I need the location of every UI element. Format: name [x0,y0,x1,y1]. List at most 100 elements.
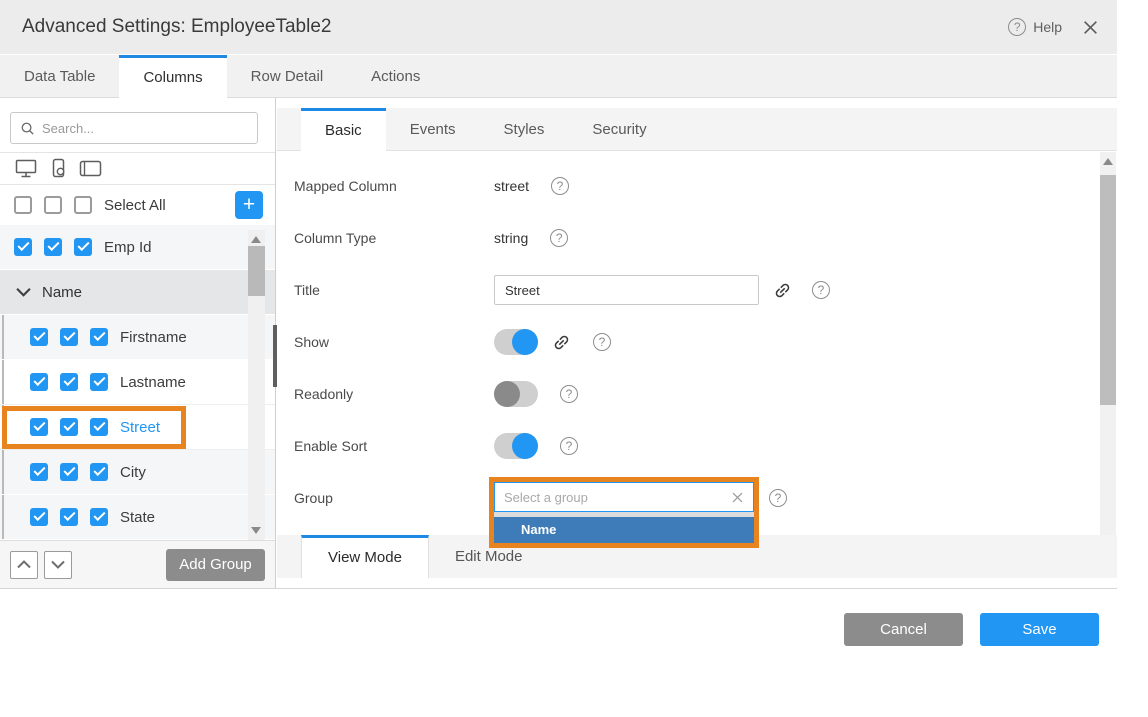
column-list: Emp Id Name Firstname Lastname [0,225,275,540]
column-row-city[interactable]: City [0,450,275,495]
move-down-button[interactable] [44,551,72,579]
tab-view-mode[interactable]: View Mode [301,535,429,578]
group-select[interactable] [494,482,754,512]
title-input[interactable] [494,275,759,305]
mobile-checkbox[interactable] [60,508,78,526]
tab-basic[interactable]: Basic [301,108,386,151]
desktop-icon[interactable] [14,158,39,179]
select-all-mobile-checkbox[interactable] [44,196,62,214]
add-column-button[interactable]: + [235,191,263,219]
tablet-checkbox[interactable] [90,328,108,346]
readonly-toggle[interactable] [494,381,538,407]
scroll-up-icon[interactable] [251,236,261,243]
tablet-checkbox[interactable] [74,238,92,256]
column-type-value: string [494,230,528,246]
device-filter-row [0,152,275,185]
dialog-body: Select All + Emp Id Name Fi [0,98,1117,588]
link-icon[interactable] [552,333,571,352]
help-icon[interactable]: ? [551,177,569,195]
link-icon[interactable] [773,281,792,300]
column-label: Lastname [120,374,186,391]
desktop-checkbox[interactable] [30,373,48,391]
tab-security[interactable]: Security [568,108,670,150]
column-label: Firstname [120,329,187,346]
group-label: Name [42,284,82,301]
scroll-down-icon[interactable] [251,527,261,534]
column-type-row: Column Type string ? [277,212,1117,264]
enable-sort-toggle[interactable] [494,433,538,459]
group-label: Group [277,490,494,506]
group-dropdown: Name [494,512,754,543]
select-all-desktop-checkbox[interactable] [14,196,32,214]
tab-styles[interactable]: Styles [480,108,569,150]
select-all-label: Select All [104,197,166,214]
help-icon[interactable]: ? [560,437,578,455]
chevron-down-icon [16,287,31,297]
column-label: Street [120,419,160,436]
column-row-firstname[interactable]: Firstname [0,315,275,360]
panel-scrollbar[interactable] [1100,152,1116,578]
tab-actions[interactable]: Actions [347,55,444,97]
move-up-button[interactable] [10,551,38,579]
group-row-name[interactable]: Name [0,270,275,315]
show-toggle[interactable] [494,329,538,355]
tablet-checkbox[interactable] [90,373,108,391]
help-button[interactable]: ? Help [1008,18,1062,36]
enable-sort-row: Enable Sort ? [277,420,1117,472]
desktop-checkbox[interactable] [30,328,48,346]
help-icon[interactable]: ? [812,281,830,299]
select-all-tablet-checkbox[interactable] [74,196,92,214]
search-box[interactable] [10,112,258,144]
column-settings-panel: Basic Events Styles Security Mapped Colu… [277,98,1117,588]
tablet-checkbox[interactable] [90,508,108,526]
mobile-checkbox[interactable] [44,238,62,256]
column-label: City [120,464,146,481]
search-input[interactable] [42,121,248,136]
mobile-checkbox[interactable] [60,328,78,346]
tab-row-detail[interactable]: Row Detail [227,55,348,97]
cancel-button[interactable]: Cancel [844,613,963,646]
mobile-checkbox[interactable] [60,463,78,481]
help-icon[interactable]: ? [560,385,578,403]
column-row-lastname[interactable]: Lastname [0,360,275,405]
desktop-checkbox[interactable] [30,463,48,481]
desktop-checkbox[interactable] [14,238,32,256]
scroll-up-icon[interactable] [1103,158,1113,165]
column-row-state[interactable]: State [0,495,275,540]
chevron-up-icon [17,560,31,569]
column-label: State [120,509,155,526]
title-row: Title ? [277,264,1117,316]
mobile-icon[interactable] [48,158,69,179]
close-button[interactable] [1082,19,1099,36]
help-icon[interactable]: ? [593,333,611,351]
column-row-street-selected[interactable]: Street [0,405,275,450]
scrollbar-thumb[interactable] [1100,175,1116,405]
mapped-column-row: Mapped Column street ? [277,160,1117,212]
chevron-down-icon [51,560,65,569]
column-row-empid[interactable]: Emp Id [0,225,275,270]
mobile-checkbox[interactable] [60,418,78,436]
search-icon [20,121,35,136]
tablet-checkbox[interactable] [90,418,108,436]
column-label: Emp Id [104,239,152,256]
tablet-checkbox[interactable] [90,463,108,481]
desktop-checkbox[interactable] [30,508,48,526]
clear-icon[interactable] [731,491,744,504]
help-icon[interactable]: ? [769,489,787,507]
save-button[interactable]: Save [980,613,1099,646]
tab-data-table[interactable]: Data Table [0,55,119,97]
mobile-checkbox[interactable] [60,373,78,391]
column-type-label: Column Type [277,230,494,246]
group-option-name[interactable]: Name [494,517,754,543]
desktop-checkbox[interactable] [30,418,48,436]
help-icon[interactable]: ? [550,229,568,247]
tablet-icon[interactable] [78,158,103,179]
enable-sort-label: Enable Sort [277,438,494,454]
group-select-input[interactable] [504,490,725,505]
add-group-button[interactable]: Add Group [166,549,265,581]
sidebar-scrollbar[interactable] [248,230,265,540]
dialog-bottom-divider [0,588,1117,589]
scrollbar-thumb[interactable] [248,246,265,296]
tab-columns[interactable]: Columns [119,55,226,98]
tab-events[interactable]: Events [386,108,480,150]
